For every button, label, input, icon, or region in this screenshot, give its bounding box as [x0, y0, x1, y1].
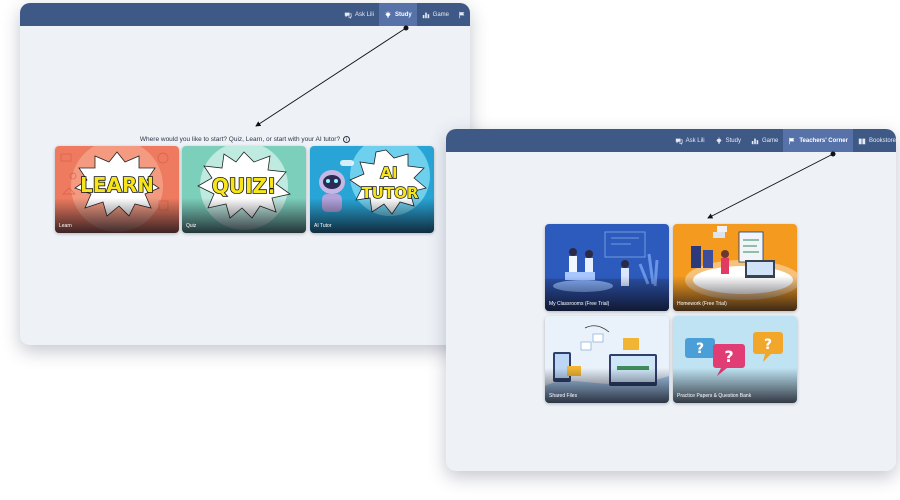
- teachers-corner-window: Ask Lili Study Game Teachers' Corner Boo…: [446, 129, 896, 471]
- nav-ask-lili[interactable]: Ask Lili: [339, 3, 379, 26]
- composite-screenshot: Ask Lili Study Game Where would you like…: [0, 0, 900, 500]
- card-shade: [182, 198, 306, 233]
- ai-tutor-card[interactable]: AI TUTOR AI Tutor: [310, 146, 434, 233]
- nav-label: Ask Lili: [354, 11, 374, 18]
- chat-icon: [344, 11, 352, 19]
- chat-icon: [675, 137, 683, 145]
- nav-label: Study: [394, 11, 412, 18]
- card-label: AI Tutor: [314, 223, 332, 229]
- card-label: Practice Papers & Question Bank: [677, 393, 752, 399]
- top-nav-bar: Ask Lili Study Game Teachers' Corner Boo…: [446, 129, 896, 152]
- card-label: Homework (Free Trial): [677, 301, 727, 307]
- question-mark-icon: ?: [764, 337, 772, 353]
- nav-label: Bookstore: [868, 137, 896, 144]
- chart-icon: [422, 11, 430, 19]
- learn-title: LEARN: [80, 173, 154, 197]
- nav-bookstore[interactable]: Bookstore: [853, 129, 896, 152]
- prompt-text: Where would you like to start? Quiz, Lea…: [139, 136, 341, 144]
- shared-files-card[interactable]: Shared Files: [545, 316, 669, 403]
- info-icon[interactable]: i: [343, 136, 351, 143]
- start-prompt: Where would you like to start? Quiz, Lea…: [20, 136, 470, 143]
- card-label: Shared Files: [549, 393, 578, 399]
- nav-game[interactable]: Game: [746, 129, 783, 152]
- lightbulb-icon: [715, 136, 723, 145]
- flag-icon: [788, 137, 796, 145]
- question-mark-icon: ?: [696, 341, 704, 357]
- ai-title-line1: AI: [380, 164, 397, 182]
- study-window: Ask Lili Study Game Where would you like…: [20, 3, 470, 345]
- card-label: My Classrooms (Free Trial): [549, 301, 610, 307]
- nav-teachers-corner[interactable]: Teachers' Corner: [783, 129, 853, 152]
- chart-icon: [751, 137, 759, 145]
- book-icon: [858, 137, 866, 145]
- question-mark-icon: ?: [724, 347, 733, 366]
- nav-game[interactable]: Game: [417, 3, 454, 26]
- flag-icon: [458, 11, 466, 19]
- nav-label: Game: [761, 137, 779, 144]
- nav-label: Study: [725, 137, 741, 144]
- card-shade: [55, 198, 179, 233]
- nav-label: Ask Lili: [685, 137, 705, 144]
- card-label: Quiz: [186, 223, 197, 229]
- top-nav-bar: Ask Lili Study Game: [20, 3, 470, 26]
- practice-papers-card[interactable]: ? ? ? Practice Papers & Question Bank: [673, 316, 797, 403]
- card-label: Learn: [59, 223, 72, 229]
- nav-study[interactable]: Study: [710, 129, 746, 152]
- nav-ask-lili[interactable]: Ask Lili: [670, 129, 710, 152]
- quiz-title: QUIZ!: [212, 174, 276, 198]
- nav-label: Teachers' Corner: [799, 137, 848, 144]
- learn-card[interactable]: LEARN Learn: [55, 146, 179, 233]
- my-classrooms-card[interactable]: My Classrooms (Free Trial): [545, 224, 669, 311]
- homework-card[interactable]: Homework (Free Trial): [673, 224, 797, 311]
- quiz-card[interactable]: QUIZ! Quiz: [182, 146, 306, 233]
- lightbulb-icon: [384, 10, 392, 19]
- nav-label: Game: [432, 11, 449, 18]
- nav-study[interactable]: Study: [378, 3, 417, 26]
- nav-teachers-corner-truncated[interactable]: [454, 3, 470, 26]
